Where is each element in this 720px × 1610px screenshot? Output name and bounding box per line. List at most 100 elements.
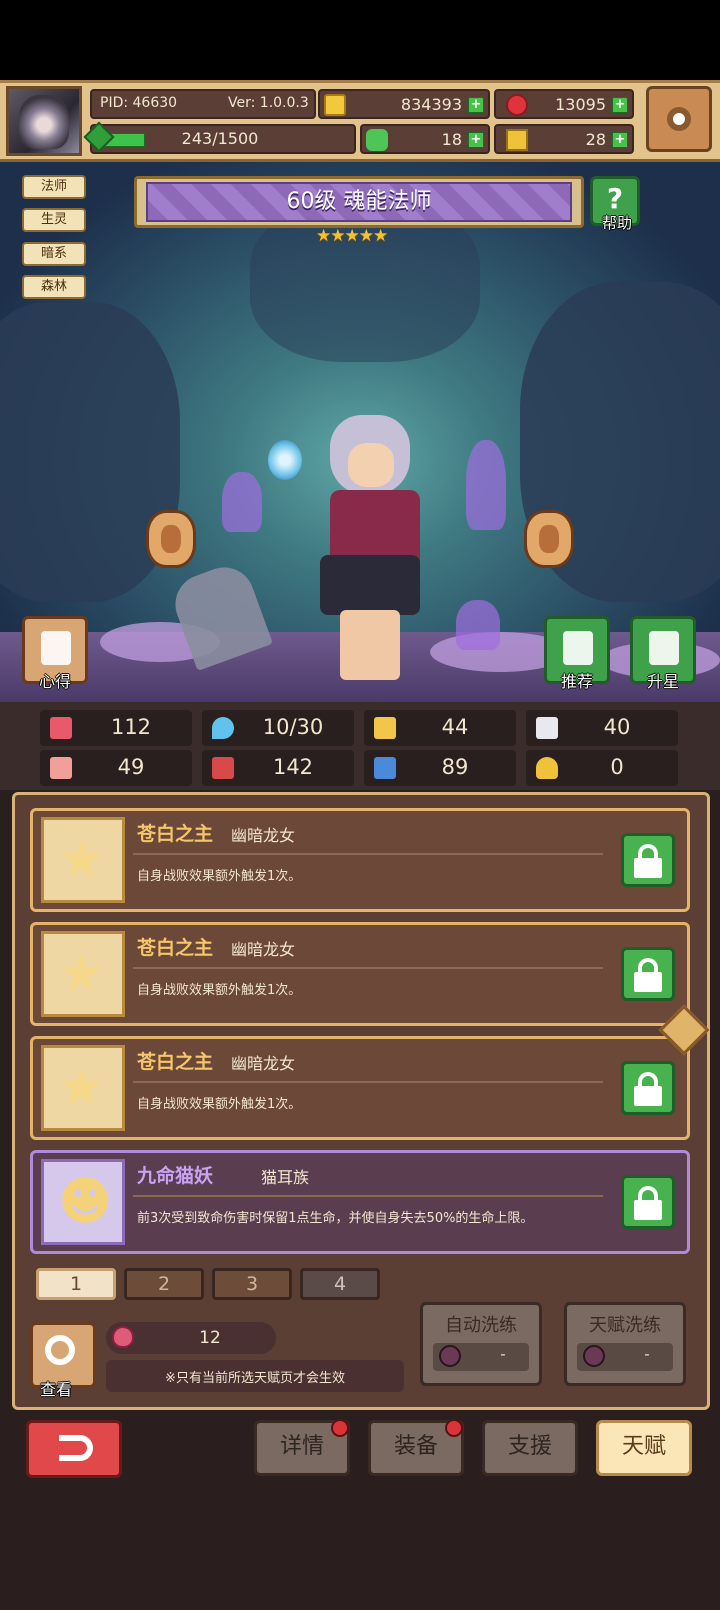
tag-terrain: 森林 xyxy=(22,275,86,299)
potion-icon xyxy=(439,1345,461,1367)
star-badge-icon xyxy=(649,631,679,665)
nav-details[interactable]: 详情 xyxy=(254,1419,350,1476)
notification-dot xyxy=(331,1419,349,1437)
talent-page-tab-2[interactable]: 2 xyxy=(124,1268,204,1300)
stat-luck: 0 xyxy=(526,750,678,786)
auto-wash-label: 自动洗练 xyxy=(445,1315,517,1336)
lock-talent-button[interactable] xyxy=(621,947,675,1001)
ruby-icon xyxy=(506,94,528,116)
stat-value: 44 xyxy=(441,715,469,739)
boot-icon xyxy=(374,757,396,779)
wing-icon xyxy=(536,717,558,739)
hero-skirt xyxy=(320,555,420,615)
talent-description: 自身战败效果额外触发1次。 xyxy=(137,869,302,884)
divider xyxy=(133,1081,603,1083)
talent-page-tab-4[interactable]: 4 xyxy=(300,1268,380,1300)
thumbs-up-icon xyxy=(563,631,593,665)
talent-card[interactable]: ★ 苍白之主 幽暗龙女 自身战败效果额外触发1次。 xyxy=(30,1036,690,1140)
talent-icon: ☻ xyxy=(41,1159,125,1245)
nav-talent[interactable]: 天赋 xyxy=(596,1420,692,1476)
hero-title: 60级 魂能法师 xyxy=(286,189,432,214)
nav-equipment[interactable]: 装备 xyxy=(368,1419,464,1476)
add-ruby-button[interactable]: + xyxy=(612,97,628,113)
nav-details-label: 详情 xyxy=(279,1434,324,1459)
lock-talent-button[interactable] xyxy=(621,1061,675,1115)
talent-card[interactable]: ★ 苍白之主 幽暗龙女 自身战败效果额外触发1次。 xyxy=(30,922,690,1026)
settings-button[interactable] xyxy=(646,86,712,152)
wash-cost: - xyxy=(644,1345,650,1363)
view-label: 查看 xyxy=(40,1380,73,1399)
add-key-button[interactable]: + xyxy=(612,132,628,148)
talent-page-note: ※只有当前所选天赋页才会生效 xyxy=(165,1371,345,1386)
scroll-icon xyxy=(41,631,71,665)
talent-description: 自身战败效果额外触发1次。 xyxy=(137,1097,302,1112)
stat-speed: 40 xyxy=(526,710,678,746)
talent-page-tab-1[interactable]: 1 xyxy=(36,1268,116,1300)
cat-face-icon: ☻ xyxy=(58,1172,113,1232)
ruby-counter: 13095 + xyxy=(494,89,634,119)
add-gold-button[interactable]: + xyxy=(468,97,484,113)
soul-orb-icon xyxy=(268,440,302,480)
potion-icon xyxy=(112,1326,134,1348)
tag-element: 暗系 xyxy=(22,242,86,266)
hero-star-rating: ★★★★★ xyxy=(316,226,388,246)
clover-counter: 18 + xyxy=(360,124,490,154)
gear-icon xyxy=(667,107,691,131)
stat-value: 40 xyxy=(603,715,631,739)
talent-source: 猫耳族 xyxy=(261,1168,310,1187)
potion-count: 12 xyxy=(199,1328,221,1348)
gold-coin-icon xyxy=(324,94,346,116)
add-clover-button[interactable]: + xyxy=(468,132,484,148)
talent-description: 前3次受到致命伤害时保留1点生命，并使自身失去50%的生命上限。 xyxy=(137,1211,534,1226)
wash-cost: - xyxy=(500,1345,506,1363)
back-button[interactable] xyxy=(26,1420,122,1478)
version-label: Ver: 1.0.0.3 xyxy=(228,95,309,111)
lock-talent-button[interactable] xyxy=(621,833,675,887)
talent-card[interactable]: ★ 苍白之主 幽暗龙女 自身战败效果额外触发1次。 xyxy=(30,808,690,912)
talent-name: 苍白之主 xyxy=(137,1051,214,1073)
talent-description: 自身战败效果额外触发1次。 xyxy=(137,983,302,998)
nav-equipment-label: 装备 xyxy=(393,1434,438,1459)
lock-talent-button[interactable] xyxy=(621,1175,675,1229)
talent-card[interactable]: ☻ 九命猫妖 猫耳族 前3次受到致命伤害时保留1点生命，并使自身失去50%的生命… xyxy=(30,1150,690,1254)
stat-value: 89 xyxy=(441,755,469,779)
tag-race: 生灵 xyxy=(22,208,86,232)
return-arrow-icon xyxy=(59,1435,93,1461)
lock-icon-body xyxy=(634,1200,662,1220)
lock-icon-body xyxy=(634,972,662,992)
ghost-spirit xyxy=(466,440,506,530)
divider xyxy=(133,853,603,855)
recommend-label: 推荐 xyxy=(560,672,593,691)
nav-support[interactable]: 支援 xyxy=(482,1420,578,1476)
magnifier-icon xyxy=(45,1335,75,1365)
talent-wash-button[interactable]: 天赋洗练 - xyxy=(564,1302,686,1386)
horseshoe-icon xyxy=(536,757,558,779)
stat-attack: 49 xyxy=(40,750,192,786)
stat-magic: 142 xyxy=(202,750,354,786)
player-id: PID: 46630 xyxy=(100,95,178,111)
stamina-value: 243/1500 xyxy=(181,129,259,148)
next-hero-button[interactable] xyxy=(524,510,574,568)
fist-icon xyxy=(50,757,72,779)
auto-wash-button[interactable]: 自动洗练 - xyxy=(420,1302,542,1386)
key-value: 28 xyxy=(585,130,606,149)
talent-icon: ★ xyxy=(41,1045,125,1131)
prev-hero-button[interactable] xyxy=(146,510,196,568)
nav-support-label: 支援 xyxy=(507,1434,552,1459)
clover-value: 18 xyxy=(441,130,462,149)
stat-mana: 10/30 xyxy=(202,710,354,746)
heart-icon xyxy=(50,717,72,739)
talent-name: 苍白之主 xyxy=(137,937,214,959)
star-icon: ★ xyxy=(58,944,105,1004)
talent-page-tab-3[interactable]: 3 xyxy=(212,1268,292,1300)
player-avatar[interactable] xyxy=(6,86,82,156)
help-label: 帮助 xyxy=(601,214,632,232)
talent-icon: ★ xyxy=(41,817,125,903)
stat-value: 10/30 xyxy=(262,715,324,739)
stat-value: 142 xyxy=(272,755,314,779)
hero-character[interactable] xyxy=(270,395,470,685)
lock-icon-body xyxy=(634,1086,662,1106)
shield-icon xyxy=(374,717,396,739)
hero-face xyxy=(348,443,394,487)
key-icon xyxy=(506,129,528,151)
